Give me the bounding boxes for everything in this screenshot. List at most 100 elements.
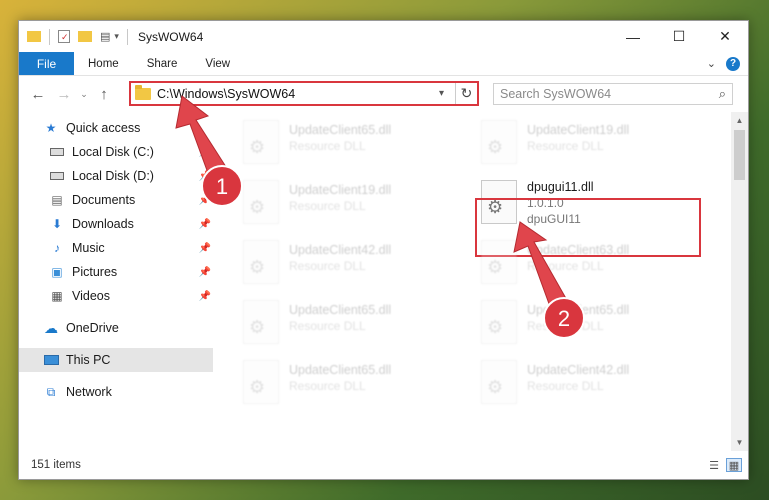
details-view-icon[interactable]: ☰ <box>706 458 722 472</box>
address-bar[interactable]: C:\Windows\SysWOW64 ▾ ↻ <box>129 81 479 106</box>
file-item[interactable]: ⚙ UpdateClient19.dll Resource DLL <box>481 118 701 170</box>
sidebar-item-onedrive[interactable]: ☁ OneDrive <box>19 316 213 340</box>
scroll-down-icon[interactable]: ▼ <box>731 434 748 451</box>
sidebar-item-label: Downloads <box>72 217 134 231</box>
tab-view[interactable]: View <box>191 52 244 75</box>
sidebar-item-videos[interactable]: ▦ Videos 📌 <box>19 284 213 308</box>
sidebar-item-documents[interactable]: ▤ Documents 📌 <box>19 188 213 212</box>
sidebar-item-local-disk-d[interactable]: Local Disk (D:) 📌 <box>19 164 213 188</box>
file-item[interactable]: ⚙ UpdateClient65.dll Resource DLL <box>243 358 463 410</box>
sidebar-item-network[interactable]: ⧉ Network <box>19 380 213 404</box>
sidebar-item-this-pc[interactable]: This PC <box>19 348 213 372</box>
pin-icon[interactable]: 📌 <box>199 171 211 182</box>
computer-icon <box>43 353 59 367</box>
properties-icon[interactable]: ✓ <box>58 30 70 43</box>
back-button[interactable]: ← <box>25 86 51 103</box>
help-icon[interactable]: ? <box>726 56 740 71</box>
sidebar-item-local-disk-c[interactable]: Local Disk (C:) 📌 <box>19 140 213 164</box>
quick-access-toolbar: ✓ ▤ ▾ <box>19 28 132 45</box>
file-name: UpdateClient42.dll <box>289 243 392 257</box>
pin-icon[interactable]: 📌 <box>199 291 211 302</box>
search-input[interactable]: Search SysWOW64 ⌕ <box>493 83 733 105</box>
file-name: UpdateClient65.dll <box>527 303 630 317</box>
file-type: Resource DLL <box>289 259 366 273</box>
sidebar-item-quick-access[interactable]: ★ Quick access <box>19 116 213 140</box>
pin-icon[interactable]: 📌 <box>199 243 211 254</box>
large-icons-view-icon[interactable]: ▦ <box>726 458 742 472</box>
file-type: Resource DLL <box>289 139 366 153</box>
music-icon: ♪ <box>54 241 60 255</box>
new-folder-icon[interactable] <box>78 31 92 42</box>
folder-icon <box>135 84 151 100</box>
file-name: UpdateClient19.dll <box>527 123 630 137</box>
drive-icon <box>49 145 65 159</box>
sidebar-item-pictures[interactable]: ▣ Pictures 📌 <box>19 260 213 284</box>
search-placeholder[interactable]: Search SysWOW64 <box>500 87 719 101</box>
pin-icon[interactable]: 📌 <box>199 195 211 206</box>
gear-icon: ⚙ <box>249 197 266 217</box>
title-bar: ✓ ▤ ▾ SysWOW64 — ☐ ✕ <box>19 21 748 52</box>
up-button[interactable]: ↑ <box>91 86 117 103</box>
maximize-button[interactable]: ☐ <box>656 21 702 52</box>
star-icon: ★ <box>45 121 57 135</box>
gear-icon: ⚙ <box>249 137 266 157</box>
folder-icon <box>27 31 41 42</box>
address-path[interactable]: C:\Windows\SysWOW64 <box>157 87 439 101</box>
close-button[interactable]: ✕ <box>702 21 748 52</box>
sidebar-item-label: Local Disk (C:) <box>72 145 154 159</box>
file-explorer-window: ✓ ▤ ▾ SysWOW64 — ☐ ✕ File Home Share Vie… <box>18 20 749 480</box>
file-name: UpdateClient42.dll <box>527 363 630 377</box>
file-item[interactable]: ⚙ UpdateClient65.dll Resource DLL <box>243 298 463 350</box>
sidebar-item-label: This PC <box>66 353 111 367</box>
dll-file-icon: ⚙ <box>481 300 517 344</box>
sidebar-item-music[interactable]: ♪ Music 📌 <box>19 236 213 260</box>
file-item[interactable]: ⚙ UpdateClient63.dll Resource DLL <box>481 238 701 290</box>
sidebar-item-downloads[interactable]: ⬇ Downloads 📌 <box>19 212 213 236</box>
divider <box>126 28 128 45</box>
file-name: UpdateClient65.dll <box>289 303 392 317</box>
tab-home[interactable]: Home <box>74 52 133 75</box>
chevron-down-icon[interactable]: ▾ <box>114 31 119 42</box>
recent-locations-button[interactable]: ⌄ <box>77 89 91 100</box>
file-name: UpdateClient63.dll <box>527 243 630 257</box>
tab-file[interactable]: File <box>19 52 74 75</box>
status-bar: 151 items ☰ ▦ <box>19 451 748 479</box>
file-type: Resource DLL <box>289 379 366 393</box>
scrollbar-thumb[interactable] <box>734 130 745 180</box>
file-item[interactable]: ⚙ UpdateClient19.dll Resource DLL <box>243 178 463 230</box>
pin-icon[interactable]: 📌 <box>199 147 211 158</box>
file-item[interactable]: ⚙ UpdateClient65.dll Resource DLL <box>481 298 701 350</box>
dll-file-icon: ⚙ <box>481 360 517 404</box>
file-type: Resource DLL <box>527 319 604 333</box>
window-controls: — ☐ ✕ <box>610 21 748 52</box>
dll-file-icon: ⚙ <box>481 240 517 284</box>
sidebar-item-label: Pictures <box>72 265 118 279</box>
file-name: UpdateClient65.dll <box>289 123 392 137</box>
expand-ribbon-icon[interactable]: ⌄ <box>707 57 716 70</box>
gear-icon: ⚙ <box>487 377 504 397</box>
vertical-scrollbar[interactable]: ▲ ▼ <box>731 112 748 451</box>
dll-file-icon: ⚙ <box>243 300 279 344</box>
downloads-icon: ⬇ <box>51 217 63 231</box>
forward-button[interactable]: → <box>51 86 77 103</box>
refresh-button[interactable]: ↻ <box>455 83 477 104</box>
tab-share[interactable]: Share <box>133 52 192 75</box>
pin-icon[interactable]: 📌 <box>199 219 211 230</box>
pin-icon[interactable]: 📌 <box>199 267 211 278</box>
scroll-up-icon[interactable]: ▲ <box>731 112 748 129</box>
gear-icon: ⚙ <box>487 317 504 337</box>
file-type: Resource DLL <box>527 259 604 273</box>
chevron-down-icon[interactable]: ▾ <box>439 88 455 99</box>
gear-icon: ⚙ <box>249 377 266 397</box>
minimize-button[interactable]: — <box>610 21 656 52</box>
explorer-body: ★ Quick access Local Disk (C:) 📌 Local D… <box>19 112 748 451</box>
item-count: 151 items <box>31 459 81 471</box>
file-type: Resource DLL <box>289 199 366 213</box>
file-item[interactable]: ⚙ UpdateClient65.dll Resource DLL <box>243 118 463 170</box>
file-item[interactable]: ⚙ UpdateClient42.dll Resource DLL <box>243 238 463 290</box>
customize-toolbar-icon[interactable]: ▤ <box>100 30 110 43</box>
file-item[interactable]: ⚙ UpdateClient42.dll Resource DLL <box>481 358 701 410</box>
drive-icon <box>49 169 65 183</box>
